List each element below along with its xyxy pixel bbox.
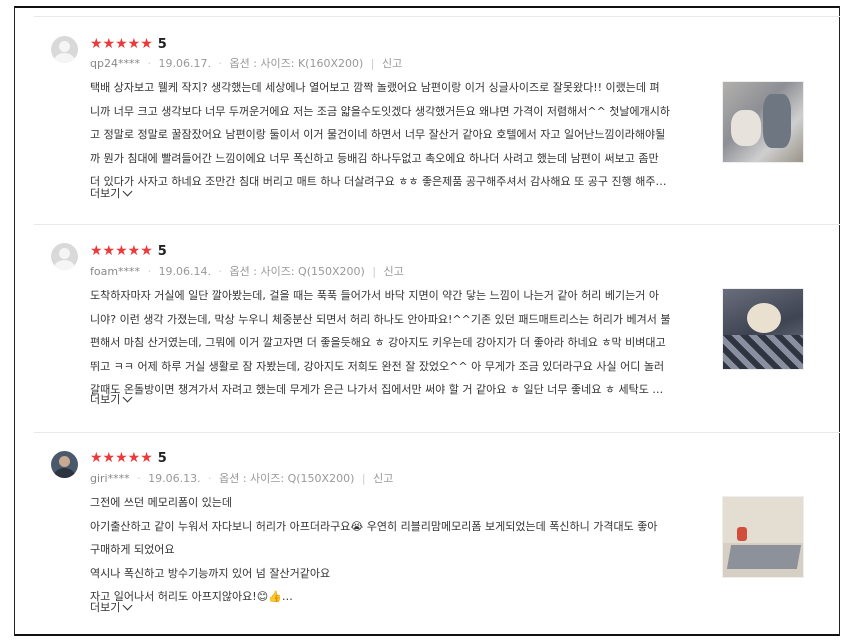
review-line: 편해서 마침 산거였는데, 그뭐에 이거 깔고자면 더 좋을듯해요 ㅎ 강아지도… bbox=[90, 336, 666, 349]
frame-bottom-border bbox=[14, 634, 840, 636]
reviewer-id: qp24**** bbox=[90, 57, 140, 70]
review-photo-thumbnail[interactable] bbox=[722, 81, 804, 163]
star-icons: ★★★★★ bbox=[90, 243, 153, 259]
review-photo-thumbnail[interactable] bbox=[722, 496, 804, 578]
star-rating: ★★★★★ 5 bbox=[90, 450, 167, 466]
review-line: 갈때도 온돌방이면 챙겨가서 자려고 했는데 무게가 은근 나가서 집에서만 써… bbox=[90, 383, 664, 396]
more-label: 더보기 bbox=[90, 187, 121, 200]
review-line: 까 뭔가 침대에 빨려들어간 느낌이에요 너무 폭신하고 등배김 하나두없고 촉… bbox=[90, 151, 659, 165]
review-line: 도착하자마자 거실에 일단 깔아봤는데, 걸을 때는 푹푹 들어가서 바닥 지면… bbox=[90, 289, 659, 302]
review-line: 구매하게 되었어요 bbox=[90, 543, 175, 556]
review-item: ★★★★★ 5 qp24**** · 19.06.17. · 옵션 : 사이즈:… bbox=[34, 16, 840, 208]
review-body: 택배 상자보고 웰케 작지? 생각했는데 세상에나 열어보고 깜짝 놀랬어요 남… bbox=[90, 76, 710, 194]
review-option: 옵션 : 사이즈: Q(150X200) bbox=[229, 265, 365, 278]
review-line: 아기출산하고 같이 누워서 자다보니 허리가 아프더라구요😭 우연히 리블리맘메… bbox=[90, 519, 658, 533]
review-line: 그전에 쓰던 메모리폼이 있는데 bbox=[90, 496, 233, 509]
review-option: 옵션 : 사이즈: K(160X200) bbox=[229, 57, 364, 70]
frame-left-border bbox=[14, 6, 15, 636]
avatar bbox=[51, 36, 78, 63]
review-date: 19.06.14. bbox=[158, 265, 212, 278]
chevron-down-icon bbox=[122, 392, 133, 402]
more-button[interactable]: 더보기 bbox=[90, 599, 133, 615]
review-line: 뛰고 ㅋㅋ 어제 하루 거실 생활로 잠 자봤는데, 강아지도 저희도 완전 잘… bbox=[90, 359, 665, 373]
review-item: ★★★★★ 5 foam**** · 19.06.14. · 옵션 : 사이즈:… bbox=[34, 224, 840, 431]
more-button[interactable]: 더보기 bbox=[90, 185, 133, 201]
reviewer-id: giri**** bbox=[90, 472, 130, 485]
review-option: 옵션 : 사이즈: Q(150X200) bbox=[219, 472, 355, 485]
review-meta: giri**** · 19.06.13. · 옵션 : 사이즈: Q(150X2… bbox=[90, 472, 394, 485]
star-rating: ★★★★★ 5 bbox=[90, 36, 167, 52]
review-body: 그전에 쓰던 메모리폼이 있는데 아기출산하고 같이 누워서 자다보니 허리가 … bbox=[90, 491, 710, 609]
frame-top-border bbox=[14, 6, 840, 8]
review-meta: foam**** · 19.06.14. · 옵션 : 사이즈: Q(150X2… bbox=[90, 265, 404, 278]
star-icons: ★★★★★ bbox=[90, 36, 153, 52]
report-link[interactable]: 신고 bbox=[373, 472, 393, 485]
more-label: 더보기 bbox=[90, 601, 121, 614]
star-icons: ★★★★★ bbox=[90, 450, 153, 466]
review-line: 니까 너무 크고 생각보다 너무 두꺼운거에요 저는 조금 얇을수도잇겠다 생각… bbox=[90, 104, 671, 118]
review-item: ★★★★★ 5 giri**** · 19.06.13. · 옵션 : 사이즈:… bbox=[34, 432, 840, 633]
review-date: 19.06.17. bbox=[158, 57, 211, 70]
more-button[interactable]: 더보기 bbox=[90, 391, 133, 407]
rating-score: 5 bbox=[157, 36, 167, 52]
review-line: 자고 일어나서 허리도 아프지않아요!😊👍… bbox=[90, 590, 293, 603]
rating-score: 5 bbox=[157, 450, 167, 466]
review-line: 택배 상자보고 웰케 작지? 생각했는데 세상에나 열어보고 깜짝 놀랬어요 남… bbox=[90, 81, 660, 94]
review-body: 도착하자마자 거실에 일단 깔아봤는데, 걸을 때는 푹푹 들어가서 바닥 지면… bbox=[90, 284, 710, 402]
review-line: 니야? 이런 생각 가졌는데, 막상 누우니 체중분산 되면서 허리 하나도 안… bbox=[90, 312, 671, 326]
review-line: 더 있다가 사자고 하네요 조만간 침대 버리고 매트 하나 더살려구요 ㅎㅎ … bbox=[90, 175, 667, 188]
chevron-down-icon bbox=[122, 186, 133, 196]
more-label: 더보기 bbox=[90, 393, 121, 406]
report-link[interactable]: 신고 bbox=[384, 265, 404, 278]
avatar bbox=[51, 243, 78, 270]
reviewer-id: foam**** bbox=[90, 265, 141, 278]
review-photo-thumbnail[interactable] bbox=[722, 288, 804, 370]
review-date: 19.06.13. bbox=[148, 472, 201, 485]
avatar bbox=[51, 451, 78, 478]
review-line: 역시나 폭신하고 방수기능까지 있어 넘 잘산거같아요 bbox=[90, 566, 331, 580]
review-meta: qp24**** · 19.06.17. · 옵션 : 사이즈: K(160X2… bbox=[90, 57, 403, 70]
rating-score: 5 bbox=[157, 243, 167, 259]
report-link[interactable]: 신고 bbox=[382, 57, 402, 70]
review-line: 고 정말로 정말로 꿀잠잤어요 남편이랑 둘이서 이거 물건이네 하면서 너무 … bbox=[90, 128, 666, 141]
chevron-down-icon bbox=[122, 600, 133, 610]
star-rating: ★★★★★ 5 bbox=[90, 243, 167, 259]
